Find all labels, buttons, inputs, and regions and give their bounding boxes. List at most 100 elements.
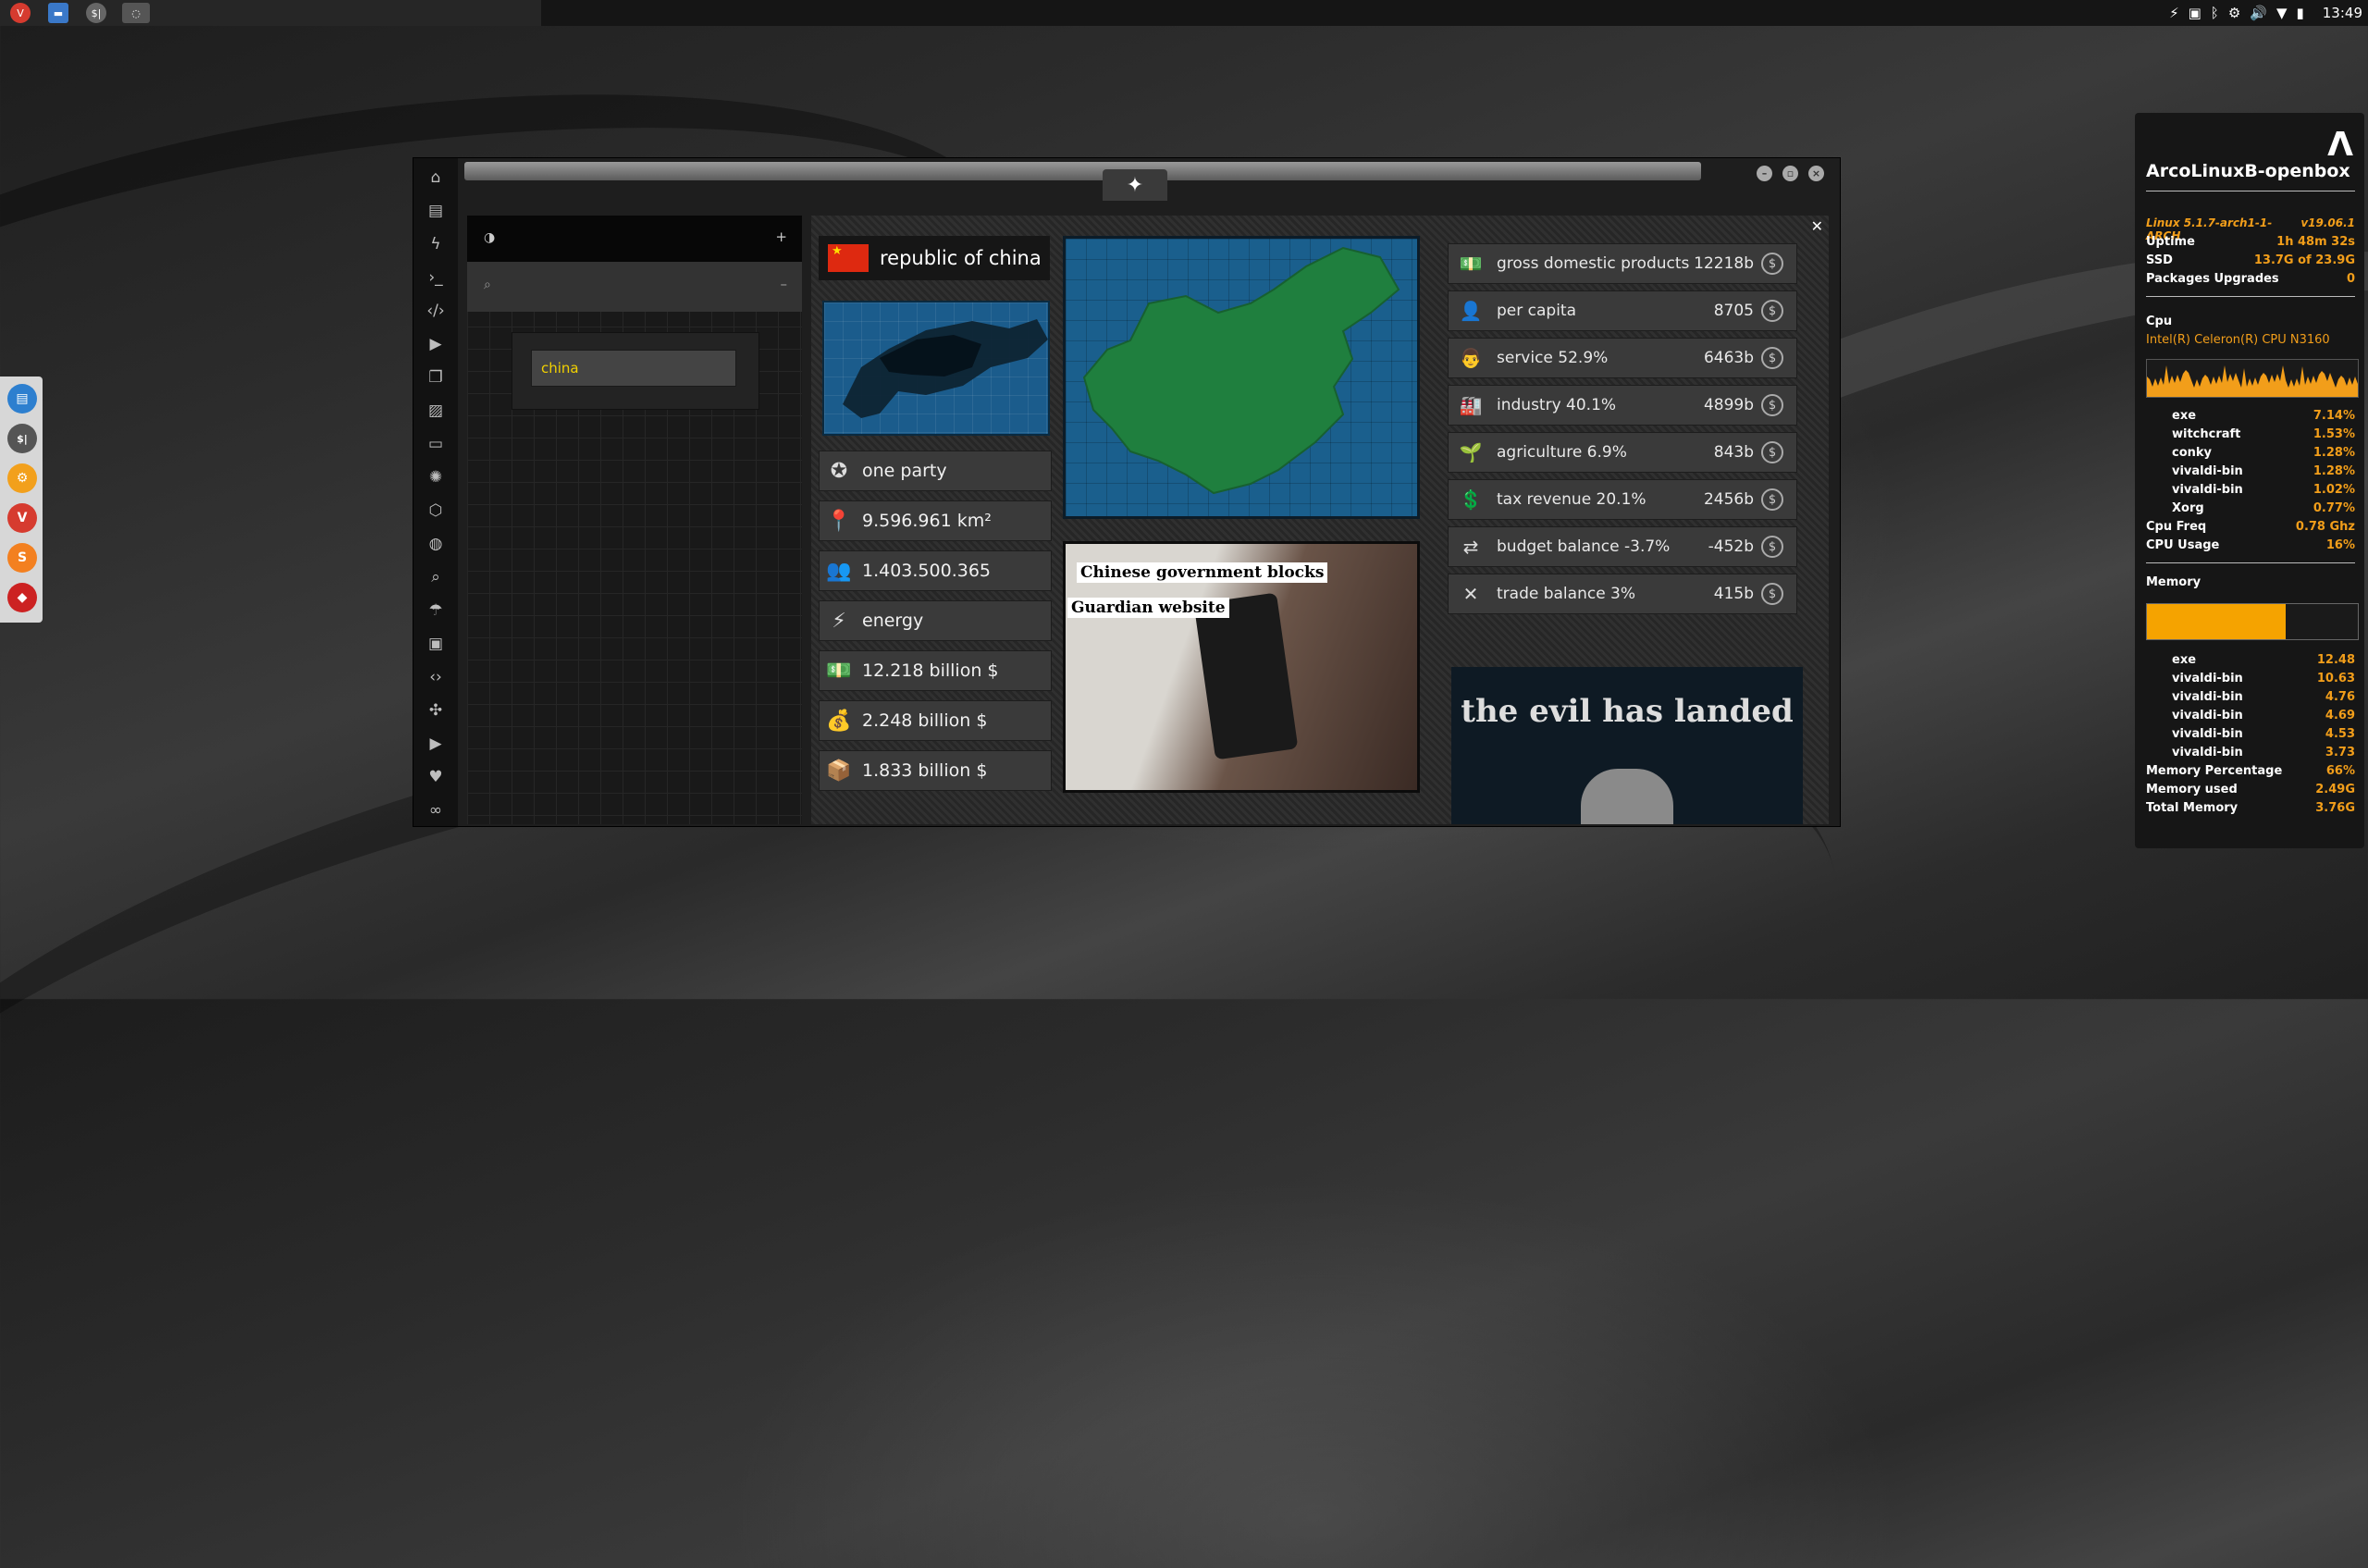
close-icon[interactable]: ✕: [1811, 217, 1823, 235]
process-name: exe: [2172, 653, 2197, 667]
dollar-icon[interactable]: $: [1761, 253, 1783, 275]
minimize-button[interactable]: –: [1757, 166, 1772, 181]
factory-icon: 🏭: [1459, 394, 1483, 416]
ssd-label: SSD: [2146, 253, 2173, 267]
news-article[interactable]: Chinese government blocks Guardian websi…: [1063, 541, 1420, 793]
collapse-icon[interactable]: –: [781, 276, 788, 292]
embed-icon[interactable]: ‹›: [425, 667, 447, 687]
memused-value: 2.49G: [2315, 783, 2355, 796]
rebel-logo-icon[interactable]: ✦: [1103, 169, 1167, 201]
memory-process-row: vivaldi-bin 4.76: [2172, 690, 2355, 704]
economy-row[interactable]: 👨 service 52.9% 6463b $: [1448, 338, 1797, 378]
empire-icon[interactable]: ✺: [425, 467, 447, 488]
add-icon[interactable]: +: [775, 228, 787, 245]
economy-row[interactable]: 👤 per capita 8705 $: [1448, 290, 1797, 331]
china-map[interactable]: [1063, 236, 1420, 519]
volume-icon[interactable]: 🔊: [2250, 5, 2267, 21]
cpufreq-value: 0.78 Ghz: [2295, 520, 2355, 534]
dollar-icon[interactable]: $: [1761, 300, 1783, 322]
window-titlebar[interactable]: [464, 162, 1701, 180]
dollar-icon[interactable]: $: [1761, 441, 1783, 463]
power-icon[interactable]: ⚡: [2169, 5, 2179, 21]
economy-row[interactable]: 🌱 agriculture 6.9% 843b $: [1448, 432, 1797, 473]
ruby-icon[interactable]: ◆: [7, 583, 37, 612]
dollar-icon[interactable]: $: [1761, 583, 1783, 605]
wifi-icon[interactable]: ▼: [2276, 5, 2288, 21]
area-icon: 📍: [826, 509, 852, 533]
economy-value: 415b: [1713, 585, 1754, 603]
plant-icon: 🌱: [1459, 441, 1483, 463]
side-dock: ▤ $| ⚙ V S ◆: [0, 377, 43, 623]
files-icon[interactable]: ▤: [7, 384, 37, 414]
umbrella-icon[interactable]: ☂: [425, 600, 447, 621]
image-icon[interactable]: ▨: [425, 401, 447, 421]
folder-icon[interactable]: ▬: [48, 3, 68, 23]
heart-icon[interactable]: ♥: [425, 767, 447, 787]
settings-icon[interactable]: ⚙: [7, 463, 37, 493]
country-search-input[interactable]: [531, 350, 736, 387]
cpu-label: Cpu: [2146, 315, 2173, 328]
dollar-icon[interactable]: $: [1761, 394, 1783, 416]
home-icon[interactable]: ⌂: [425, 167, 447, 188]
battery-icon[interactable]: ▮: [2297, 5, 2304, 21]
youtube-icon[interactable]: ▶: [425, 734, 447, 754]
app-icon[interactable]: ◌: [122, 3, 150, 23]
economy-label: trade balance 3%: [1497, 585, 1636, 603]
dollar-icon[interactable]: $: [1761, 347, 1783, 369]
process-name: vivaldi-bin: [2172, 709, 2243, 722]
card-icon[interactable]: ▭: [425, 434, 447, 454]
fact-text: one party: [862, 461, 947, 481]
process-name: conky: [2172, 446, 2213, 460]
process-value: 4.69: [2325, 709, 2355, 722]
play-icon[interactable]: ▶: [425, 334, 447, 354]
close-button[interactable]: ×: [1808, 166, 1824, 181]
contrast-icon[interactable]: ◑: [484, 230, 495, 245]
country-dashboard: ✕ republic of china ✪ one party 📍 9.596.961…: [811, 216, 1829, 824]
fact-row: 📍 9.596.961 km²: [819, 500, 1052, 541]
expand-icon[interactable]: ✣: [425, 700, 447, 721]
packages-value: 0: [2346, 272, 2355, 286]
terminal-icon[interactable]: $|: [7, 424, 37, 453]
tax-icon: 💲: [1459, 488, 1483, 511]
economy-row[interactable]: 🏭 industry 40.1% 4899b $: [1448, 385, 1797, 426]
economy-label: service 52.9%: [1497, 349, 1609, 367]
maximize-button[interactable]: ▫: [1782, 166, 1798, 181]
code-icon[interactable]: ‹/›: [425, 301, 447, 321]
settings-icon[interactable]: ⚙: [2228, 5, 2240, 21]
terminal-icon[interactable]: ›_: [425, 267, 447, 288]
hexagon-icon[interactable]: ⬡: [425, 500, 447, 521]
process-value: 1.53%: [2312, 427, 2355, 441]
sublime-icon[interactable]: S: [7, 543, 37, 573]
vivaldi-icon[interactable]: V: [10, 3, 31, 23]
process-name: witchcraft: [2172, 427, 2241, 441]
bluetooth-icon[interactable]: ᛒ: [2211, 5, 2219, 21]
movie-poster[interactable]: the evil has landed: [1451, 667, 1803, 824]
fact-row: 👥 1.403.500.365: [819, 550, 1052, 591]
news-headline-line2: Guardian website: [1067, 598, 1229, 618]
energy-icon: ⚡: [832, 609, 846, 633]
economy-row[interactable]: ✕ trade balance 3% 415b $: [1448, 574, 1797, 614]
search-icon[interactable]: ⌕: [425, 567, 447, 587]
economy-row[interactable]: ⇄ budget balance -3.7% -452b $: [1448, 526, 1797, 567]
copy-icon[interactable]: ❐: [425, 367, 447, 388]
terminal-icon[interactable]: $|: [86, 3, 106, 23]
dollar-icon[interactable]: $: [1761, 536, 1783, 558]
economy-row[interactable]: 💵 gross domestic products 12218b $: [1448, 243, 1797, 284]
bike-icon[interactable]: ∞: [425, 800, 447, 821]
bolt-icon[interactable]: ϟ: [425, 234, 447, 254]
contact-icon[interactable]: ▣: [425, 634, 447, 654]
fact-row: 💰 2.248 billion $: [819, 700, 1052, 741]
vivaldi-icon[interactable]: V: [7, 503, 37, 533]
panel-search-bar[interactable]: ⌕ –: [467, 262, 802, 312]
memory-process-row: vivaldi-bin 4.53: [2172, 727, 2355, 741]
globe-icon[interactable]: ◍: [425, 534, 447, 554]
dollar-icon[interactable]: $: [1761, 488, 1783, 511]
screenshot-icon[interactable]: ▣: [2189, 5, 2202, 21]
cpu-graph-area: [2147, 365, 2358, 397]
economy-row[interactable]: 💲 tax revenue 20.1% 2456b $: [1448, 479, 1797, 520]
economy-label: industry 40.1%: [1497, 396, 1617, 414]
document-icon[interactable]: ▤: [425, 201, 447, 221]
search-card: [512, 332, 759, 410]
clock[interactable]: 13:49: [2323, 5, 2362, 21]
economy-value: 843b: [1713, 443, 1754, 462]
